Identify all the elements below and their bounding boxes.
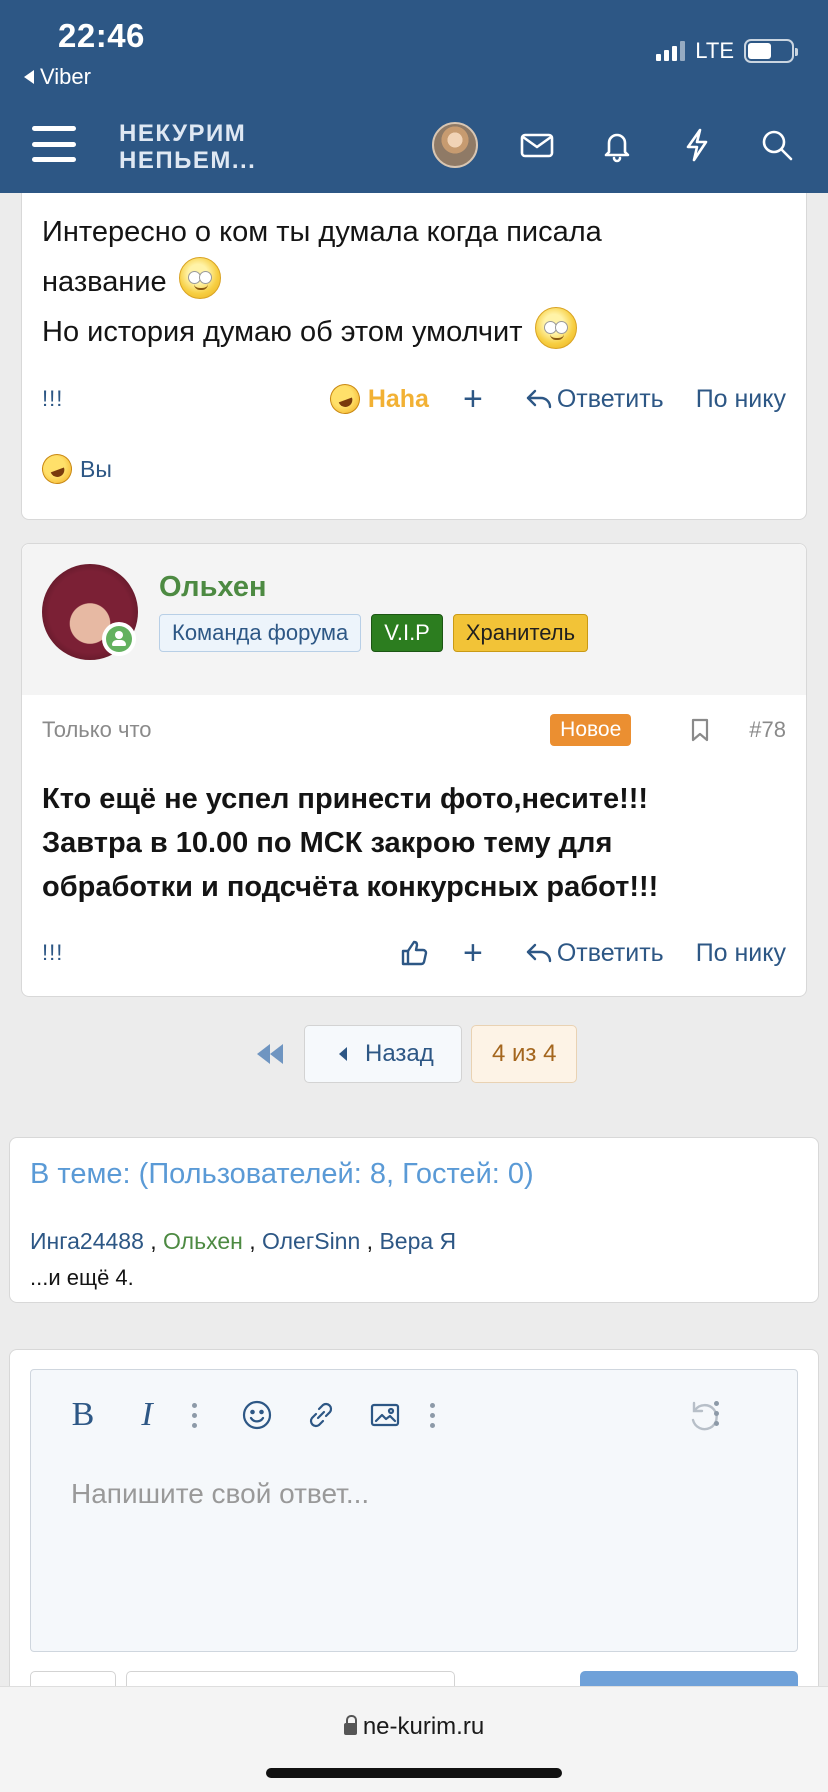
report-button[interactable]: !!! bbox=[42, 940, 63, 966]
italic-button[interactable]: I bbox=[127, 1395, 167, 1435]
mail-icon[interactable] bbox=[517, 125, 557, 165]
post-body: Интересно о ком ты думала когда писала н… bbox=[42, 207, 782, 357]
pagination: Назад 4 из 4 bbox=[245, 1025, 578, 1083]
reply-button[interactable]: Ответить bbox=[525, 939, 664, 968]
post-line: Кто ещё не успел принести фото,несите!!! bbox=[42, 783, 649, 815]
more-format-icon[interactable] bbox=[191, 1402, 197, 1428]
post-card: Интересно о ком ты думала когда писала н… bbox=[21, 160, 807, 520]
first-page-button[interactable] bbox=[245, 1026, 295, 1082]
post-actions: !!! Haha + Ответить По нику bbox=[42, 379, 786, 419]
online-status-icon bbox=[102, 622, 136, 656]
bell-icon[interactable] bbox=[597, 125, 637, 165]
viewer-link[interactable]: Ольхен bbox=[163, 1228, 243, 1254]
reply-placeholder: Напишите свой ответ... bbox=[71, 1478, 370, 1509]
smile-emoji-icon bbox=[534, 307, 577, 349]
reply-button[interactable]: Ответить bbox=[525, 385, 664, 414]
url-text: ne-kurim.ru bbox=[362, 1713, 485, 1740]
reply-label: Ответить bbox=[556, 384, 664, 413]
multiquote-button[interactable]: + bbox=[463, 382, 483, 416]
post-number[interactable]: #78 bbox=[749, 717, 786, 743]
reply-editor-card: B I Напишите свой ответ... bbox=[9, 1349, 819, 1731]
post-line: название bbox=[42, 266, 167, 298]
lock-icon bbox=[343, 1715, 357, 1735]
report-button[interactable]: !!! bbox=[42, 386, 63, 412]
status-indicators: LTE bbox=[656, 38, 798, 64]
menu-icon[interactable] bbox=[32, 126, 76, 162]
like-button[interactable] bbox=[399, 938, 429, 968]
rolling-eyes-emoji-icon bbox=[178, 257, 221, 299]
thread-viewers-block: В теме: (Пользователей: 8, Гостей: 0) Ин… bbox=[9, 1137, 819, 1303]
url-bar[interactable]: ne-kurim.ru bbox=[0, 1713, 828, 1741]
site-logo[interactable]: НЕКУРИМ НЕПЬЕМ... bbox=[119, 120, 256, 174]
reactions-summary[interactable]: Вы bbox=[37, 449, 112, 489]
top-header: 22:46 Viber LTE НЕКУРИМ НЕПЬЕМ... bbox=[0, 0, 828, 193]
reaction-label: Haha bbox=[367, 384, 429, 413]
post-line: Но история думаю об этом умолчит bbox=[42, 316, 523, 348]
reply-label: Ответить bbox=[556, 938, 664, 967]
post-body: Кто ещё не успел принести фото,несите!!!… bbox=[42, 777, 742, 909]
post-actions: !!! + Ответить По нику bbox=[42, 936, 786, 970]
laughing-emoji-icon bbox=[325, 379, 365, 419]
status-time: 22:46 bbox=[58, 17, 145, 54]
new-badge: Новое bbox=[550, 714, 632, 746]
viewer-link[interactable]: Инга24488 bbox=[30, 1228, 144, 1254]
link-icon[interactable] bbox=[301, 1395, 341, 1435]
laughing-emoji-icon bbox=[37, 449, 77, 489]
multiquote-button[interactable]: + bbox=[463, 936, 483, 970]
reacted-by: Вы bbox=[80, 455, 112, 482]
home-indicator[interactable] bbox=[266, 1768, 562, 1778]
reaction-button[interactable]: Haha bbox=[325, 379, 429, 419]
double-chevron-left-icon bbox=[257, 1044, 270, 1064]
badge-team: Команда форума bbox=[159, 614, 362, 652]
bold-button[interactable]: B bbox=[63, 1395, 103, 1435]
thread-viewers-more: ...и ещё 4. bbox=[30, 1265, 134, 1290]
post-card: Ольхен Команда форума V.I.P Хранитель То… bbox=[21, 543, 807, 997]
browser-bar: ne-kurim.ru bbox=[0, 1686, 828, 1792]
post-line: Интересно о ком ты думала когда писала bbox=[42, 216, 602, 248]
editor-toolbar: B I bbox=[31, 1370, 797, 1460]
thread-viewers-title: В теме: (Пользователей: 8, Гостей: 0) bbox=[30, 1158, 534, 1190]
author-name[interactable]: Ольхен bbox=[159, 571, 266, 604]
thumbs-up-icon bbox=[401, 940, 428, 966]
signal-icon bbox=[656, 41, 686, 61]
logo-line1: НЕКУРИМ bbox=[119, 120, 247, 147]
post-meta: Только что Новое #78 bbox=[42, 713, 786, 747]
back-arrow-icon bbox=[24, 70, 34, 84]
more-options-icon[interactable] bbox=[713, 1401, 719, 1426]
network-label: LTE bbox=[695, 38, 734, 63]
quote-by-nick-button[interactable]: По нику bbox=[696, 385, 786, 414]
back-app-label: Viber bbox=[40, 64, 91, 89]
battery-icon bbox=[744, 39, 798, 63]
post-author-bar: Ольхен Команда форума V.I.P Хранитель bbox=[22, 544, 806, 695]
quote-by-nick-button[interactable]: По нику bbox=[696, 939, 786, 968]
post-line: обработки и подсчёта конкурсных работ!!! bbox=[42, 871, 659, 903]
bookmark-icon[interactable] bbox=[689, 717, 711, 743]
viewer-link[interactable]: Вера Я bbox=[379, 1228, 456, 1254]
reply-editor[interactable]: B I Напишите свой ответ... bbox=[30, 1369, 798, 1652]
user-badges: Команда форума V.I.P Хранитель bbox=[159, 614, 589, 652]
more-insert-icon[interactable] bbox=[429, 1402, 435, 1428]
badge-vip: V.I.P bbox=[371, 614, 443, 652]
back-to-app[interactable]: Viber bbox=[24, 64, 91, 90]
prev-page-label: Назад bbox=[365, 1040, 434, 1067]
lightning-icon[interactable] bbox=[677, 125, 717, 165]
search-icon[interactable] bbox=[757, 125, 797, 165]
page-indicator[interactable]: 4 из 4 bbox=[471, 1025, 578, 1083]
chevron-left-icon bbox=[339, 1047, 347, 1061]
user-avatar[interactable] bbox=[432, 122, 478, 168]
post-time[interactable]: Только что bbox=[42, 717, 152, 743]
badge-keeper: Хранитель bbox=[452, 614, 589, 652]
reply-icon bbox=[526, 389, 552, 409]
reply-icon bbox=[526, 943, 552, 963]
image-icon[interactable] bbox=[365, 1395, 405, 1435]
prev-page-button[interactable]: Назад bbox=[304, 1025, 462, 1083]
thread-viewers-list: Инга24488 , Ольхен , ОлегSinn , Вера Я bbox=[30, 1228, 457, 1254]
viewer-link[interactable]: ОлегSinn bbox=[262, 1228, 360, 1254]
logo-line2: НЕПЬЕМ... bbox=[119, 147, 257, 174]
smiley-icon[interactable] bbox=[237, 1395, 277, 1435]
post-line: Завтра в 10.00 по МСК закрою тему для bbox=[42, 827, 613, 859]
